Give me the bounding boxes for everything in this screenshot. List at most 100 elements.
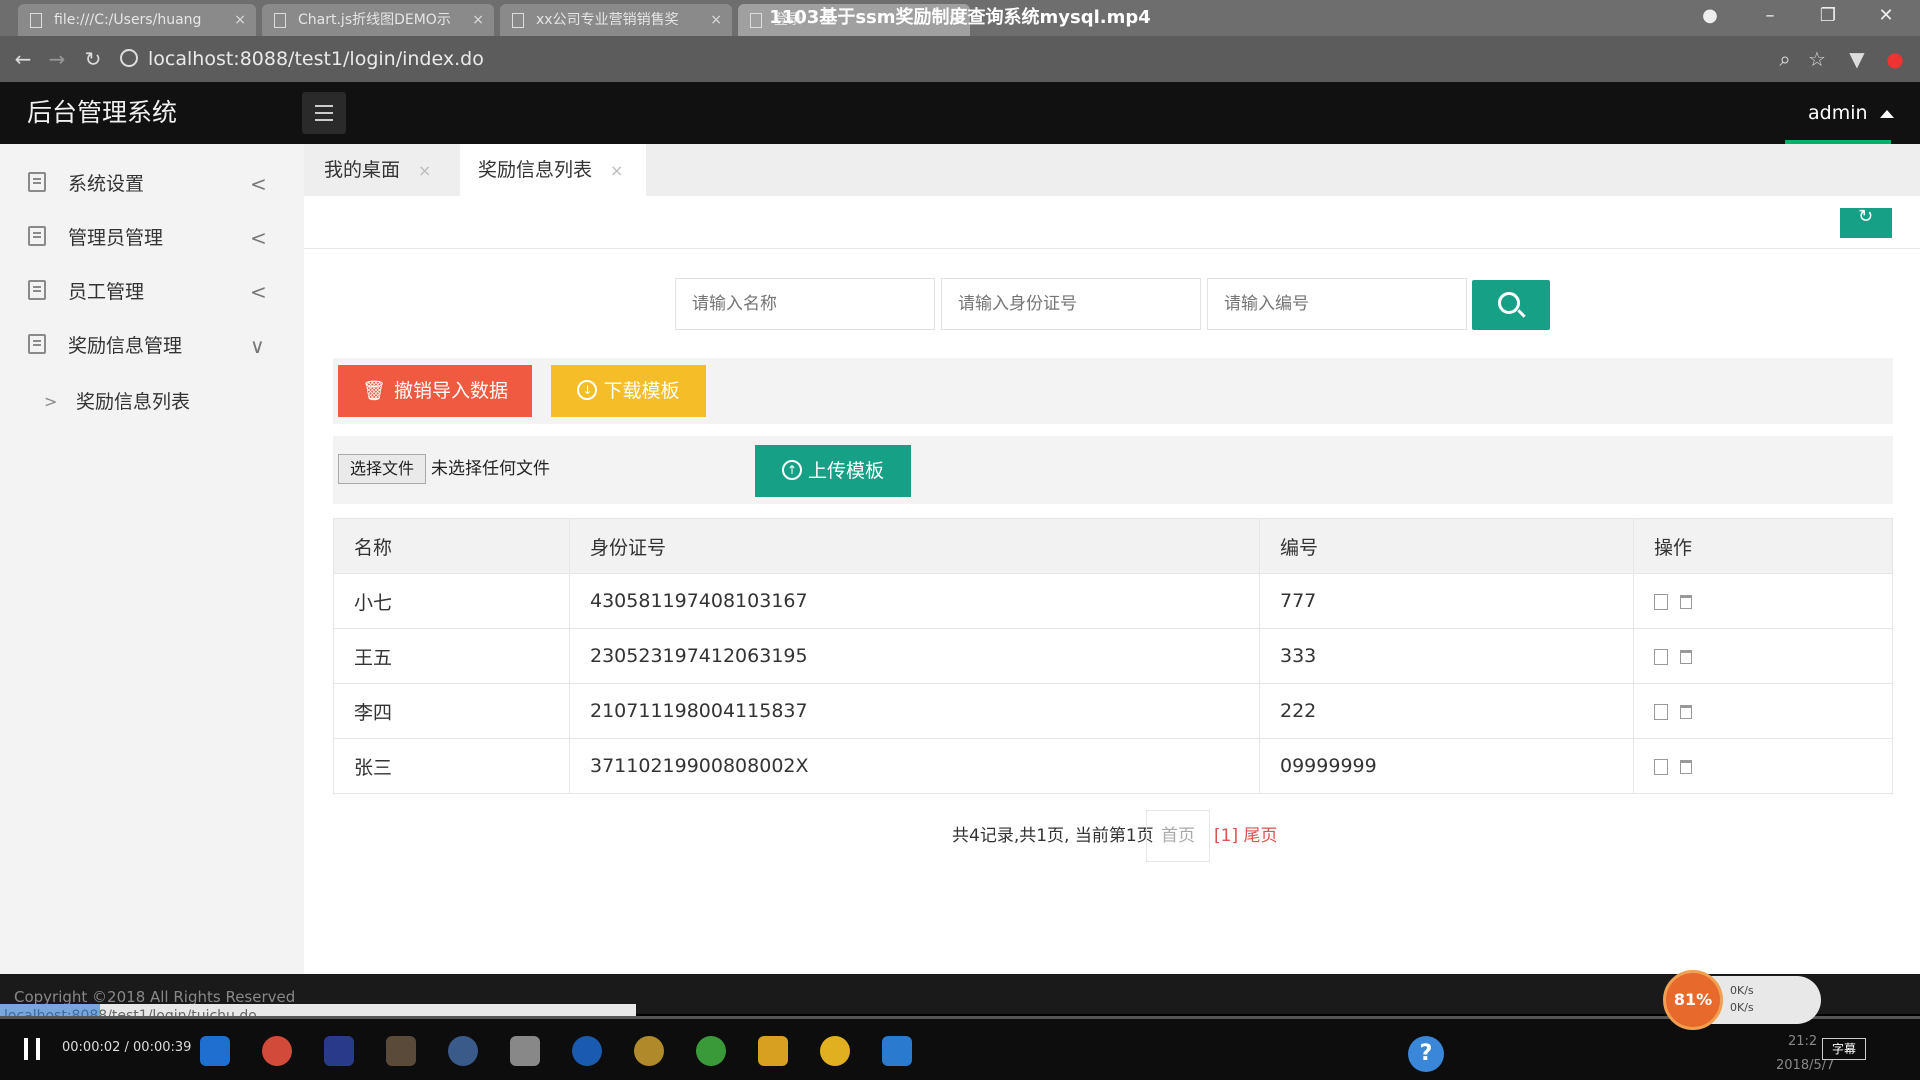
download-template-button[interactable]: ↓ 下载模板: [551, 365, 706, 417]
folder-icon[interactable]: [386, 1036, 416, 1066]
sidebar-item-reward-management[interactable]: 奖励信息管理 ∨: [0, 320, 304, 372]
sidebar-item-system-settings[interactable]: 系统设置 <: [0, 158, 304, 210]
chrome-icon[interactable]: [262, 1036, 292, 1066]
cell-number: 333: [1259, 628, 1634, 684]
reload-icon[interactable]: ↻: [78, 36, 108, 82]
tab-reward-list[interactable]: 奖励信息列表 ×: [460, 144, 646, 196]
star-icon[interactable]: ☆: [1802, 36, 1832, 82]
app-window-icon[interactable]: [882, 1036, 912, 1066]
column-header-actions: 操作: [1633, 518, 1893, 574]
column-header-number: 编号: [1259, 518, 1634, 574]
edge-icon[interactable]: [200, 1036, 230, 1066]
document-icon: [28, 280, 46, 300]
url-field[interactable]: localhost:8088/test1/login/index.do: [120, 44, 1800, 74]
delete-icon[interactable]: [1680, 594, 1692, 609]
profile-icon[interactable]: ●: [1688, 0, 1732, 32]
chevron-left-icon: <: [250, 280, 267, 304]
bird-icon[interactable]: [820, 1036, 850, 1066]
battery-badge: 81%: [1663, 970, 1723, 1030]
close-window-icon[interactable]: ✕: [1864, 0, 1908, 32]
globe-icon[interactable]: [448, 1036, 478, 1066]
cell-actions: [1633, 573, 1893, 629]
info-icon: [120, 48, 138, 67]
app-header: [0, 82, 1920, 144]
refresh-button[interactable]: ↻: [1840, 206, 1892, 238]
edit-icon[interactable]: [1654, 703, 1668, 720]
k-app-icon[interactable]: [572, 1036, 602, 1066]
help-icon[interactable]: ?: [1408, 1036, 1444, 1072]
chevron-left-icon: <: [250, 172, 267, 196]
chevron-right-icon: >: [44, 392, 58, 411]
name-search-input[interactable]: [675, 278, 935, 330]
search-button[interactable]: [1472, 280, 1550, 330]
pen-icon[interactable]: [324, 1036, 354, 1066]
close-icon[interactable]: ×: [418, 161, 431, 180]
delete-icon[interactable]: [1680, 759, 1692, 774]
delete-icon[interactable]: [1680, 649, 1692, 664]
tab-my-desktop[interactable]: 我的桌面 ×: [304, 144, 460, 196]
leaf-icon[interactable]: [696, 1036, 726, 1066]
cell-idcard: 430581197408103167: [569, 573, 1260, 629]
edit-icon[interactable]: [1654, 648, 1668, 665]
app-logo: 后台管理系统: [27, 98, 178, 127]
restore-icon[interactable]: ❐: [1806, 0, 1850, 32]
divider: [304, 248, 1920, 249]
column-header-idcard: 身份证号: [569, 518, 1260, 574]
mail-icon[interactable]: [510, 1036, 540, 1066]
cell-number: 09999999: [1259, 738, 1634, 794]
caret-up-icon: [1879, 109, 1894, 118]
back-icon[interactable]: ←: [8, 36, 38, 82]
explorer-icon[interactable]: [758, 1036, 788, 1066]
minimize-icon[interactable]: –: [1748, 0, 1792, 32]
document-icon: [274, 13, 286, 28]
video-title: 1103基于ssm奖励制度查询系统mysql.mp4: [769, 7, 1151, 28]
sidebar-item-admin-management[interactable]: 管理员管理 <: [0, 212, 304, 264]
idcard-search-input[interactable]: [941, 278, 1201, 330]
forward-icon[interactable]: →: [42, 36, 72, 82]
table-row: 小七 430581197408103167 777: [333, 573, 1893, 629]
menu-toggle-icon[interactable]: [302, 92, 346, 134]
document-icon: [28, 172, 46, 192]
game-icon[interactable]: [634, 1036, 664, 1066]
number-search-input[interactable]: [1207, 278, 1467, 330]
pagination-first[interactable]: 首页: [1146, 810, 1210, 862]
subtitle-button[interactable]: 字幕: [1822, 1038, 1866, 1060]
close-icon[interactable]: ×: [234, 4, 246, 36]
choose-file-button[interactable]: 选择文件: [338, 454, 426, 484]
sidebar: 系统设置 < 管理员管理 < 员工管理 < 奖励信息管理 ∨ > 奖励信息列表: [0, 144, 304, 974]
file-status-text: 未选择任何文件: [431, 459, 550, 479]
table-header-row: 名称 身份证号 编号 操作: [333, 518, 1893, 574]
upload-panel: [333, 436, 1893, 504]
zoom-icon[interactable]: ⌕: [1770, 36, 1800, 82]
table-row: 李四 210711198004115837 222: [333, 683, 1893, 739]
column-header-name: 名称: [333, 518, 570, 574]
clock: 21:2: [1788, 1034, 1818, 1049]
user-menu[interactable]: admin: [1808, 82, 1894, 144]
trash-icon: 🗑: [361, 380, 387, 402]
revoke-import-button[interactable]: 🗑 撤销导入数据: [338, 365, 532, 417]
cell-idcard: 230523197412063195: [569, 628, 1260, 684]
cell-actions: [1633, 628, 1893, 684]
pagination-info: 共4记录,共1页, 当前第1页: [952, 826, 1154, 846]
pause-icon[interactable]: [20, 1038, 48, 1062]
adblock-icon[interactable]: ●: [1880, 36, 1910, 82]
sidebar-subitem-reward-list[interactable]: > 奖励信息列表: [0, 376, 304, 428]
cell-name: 小七: [333, 573, 570, 629]
cell-name: 王五: [333, 628, 570, 684]
playback-time: 00:00:02 / 00:00:39: [62, 1040, 192, 1055]
edit-icon[interactable]: [1654, 593, 1668, 610]
edit-icon[interactable]: [1654, 758, 1668, 775]
close-icon[interactable]: ×: [610, 161, 623, 180]
browser-tab-1[interactable]: file:///C:/Users/huang ×: [18, 4, 256, 36]
sidebar-item-employee-management[interactable]: 员工管理 <: [0, 266, 304, 318]
delete-icon[interactable]: [1680, 704, 1692, 719]
chevron-left-icon: <: [250, 226, 267, 250]
cell-idcard: 37110219900808002X: [569, 738, 1260, 794]
browser-tab-2[interactable]: Chart.js折线图DEMO示 ×: [262, 4, 494, 36]
table-row: 王五 230523197412063195 333: [333, 628, 1893, 684]
extension-icon[interactable]: ▼: [1842, 36, 1872, 82]
close-icon[interactable]: ×: [472, 4, 484, 36]
upload-template-button[interactable]: ↑ 上传模板: [755, 445, 911, 497]
pagination-pages[interactable]: [1] 尾页: [1214, 810, 1277, 862]
cell-number: 777: [1259, 573, 1634, 629]
